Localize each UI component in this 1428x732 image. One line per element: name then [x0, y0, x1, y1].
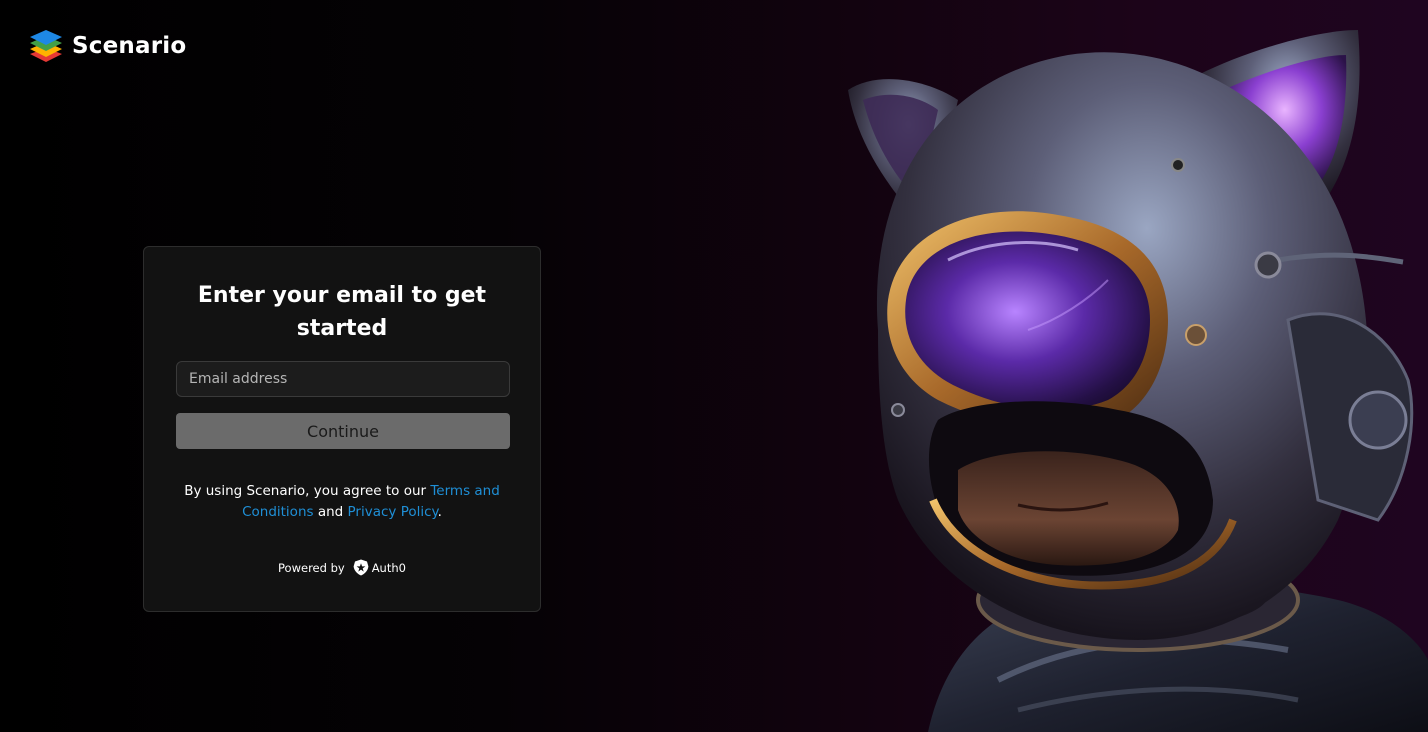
terms-suffix: .: [437, 504, 442, 520]
terms-and: and: [313, 504, 348, 520]
login-card: Enter your email to get started Continue…: [143, 246, 541, 612]
auth0-shield-icon: [353, 559, 369, 576]
terms-text: By using Scenario, you agree to our Term…: [168, 481, 516, 523]
email-field[interactable]: [176, 361, 510, 397]
brand-header[interactable]: Scenario: [28, 28, 186, 64]
terms-prefix: By using Scenario, you agree to our: [184, 483, 431, 499]
powered-by-label: Powered by: [278, 560, 345, 575]
powered-by: Powered by Auth0: [144, 559, 540, 576]
scenario-logo-icon: [30, 30, 62, 62]
brand-name: Scenario: [72, 33, 187, 59]
auth0-logo: Auth0: [353, 559, 406, 576]
login-title: Enter your email to get started: [197, 283, 487, 341]
continue-button[interactable]: Continue: [176, 413, 510, 449]
astronaut-cat-helmet-illustration: [848, 30, 1428, 732]
auth0-label: Auth0: [371, 560, 406, 575]
privacy-link[interactable]: Privacy Policy: [348, 504, 438, 520]
